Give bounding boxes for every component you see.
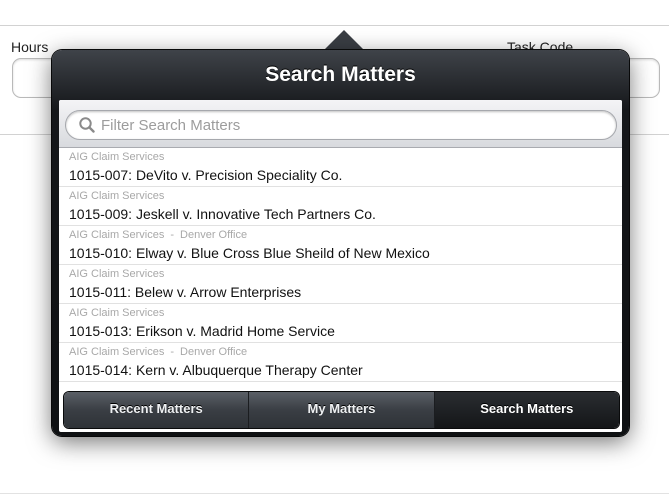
- matter-title: 1015-009: Jeskell v. Innovative Tech Par…: [69, 206, 376, 222]
- matter-row[interactable]: AIG Claim Services 1015-009: Jeskell v. …: [59, 187, 622, 226]
- search-placeholder: Filter Search Matters: [101, 117, 241, 134]
- search-icon: [79, 117, 95, 133]
- matter-client: AIG Claim Services: [69, 151, 165, 163]
- matter-title: 1015-014: Kern v. Albuquerque Therapy Ce…: [69, 362, 363, 378]
- matter-row[interactable]: AIG Claim Services 1015-011: Belew v. Ar…: [59, 265, 622, 304]
- bottom-divider: [0, 493, 669, 494]
- matter-client: AIG Claim Services: [69, 190, 165, 202]
- matter-row[interactable]: AIG Claim Services 1015-013: Erikson v. …: [59, 304, 622, 343]
- matter-row[interactable]: AIG Claim Services 1015-007: DeVito v. P…: [59, 148, 622, 187]
- popover-content: Filter Search Matters AIG Claim Services…: [59, 100, 622, 432]
- matter-client: AIG Claim Services: [69, 307, 165, 319]
- matter-title: 1015-010: Elway v. Blue Cross Blue Sheil…: [69, 245, 430, 261]
- matter-title: 1015-007: DeVito v. Precision Speciality…: [69, 167, 343, 183]
- matter-row[interactable]: AIG Claim Services - Denver Office 1015-01…: [59, 343, 622, 382]
- matter-row[interactable]: AIG Claim Services - Denver Office 1015-01…: [59, 226, 622, 265]
- matter-title: 1015-013: Erikson v. Madrid Home Service: [69, 323, 335, 339]
- filter-search-input[interactable]: Filter Search Matters: [65, 110, 617, 140]
- matter-office: Denver Office: [180, 346, 248, 358]
- popover-title: Search Matters: [265, 63, 416, 86]
- matter-client: AIG Claim Services: [69, 268, 165, 280]
- matter-client: AIG Claim Services - Denver Office: [69, 346, 248, 358]
- tab-recent-matters[interactable]: Recent Matters: [64, 392, 250, 428]
- hours-label: Hours: [11, 39, 49, 55]
- search-bar: Filter Search Matters: [59, 100, 622, 148]
- matters-list: AIG Claim Services 1015-007: DeVito v. P…: [59, 148, 622, 382]
- matter-office: Denver Office: [180, 229, 248, 241]
- search-matters-popover: Search Matters Filter Search Matters AIG…: [52, 50, 629, 436]
- matter-client: AIG Claim Services - Denver Office: [69, 229, 248, 241]
- tab-search-matters[interactable]: Search Matters: [434, 392, 619, 428]
- matters-tab-bar: Recent Matters My Matters Search Matters: [63, 391, 620, 429]
- matter-title: 1015-011: Belew v. Arrow Enterprises: [69, 284, 302, 300]
- top-divider: [0, 25, 669, 26]
- tab-my-matters[interactable]: My Matters: [249, 392, 435, 428]
- popover-arrow: [322, 30, 366, 52]
